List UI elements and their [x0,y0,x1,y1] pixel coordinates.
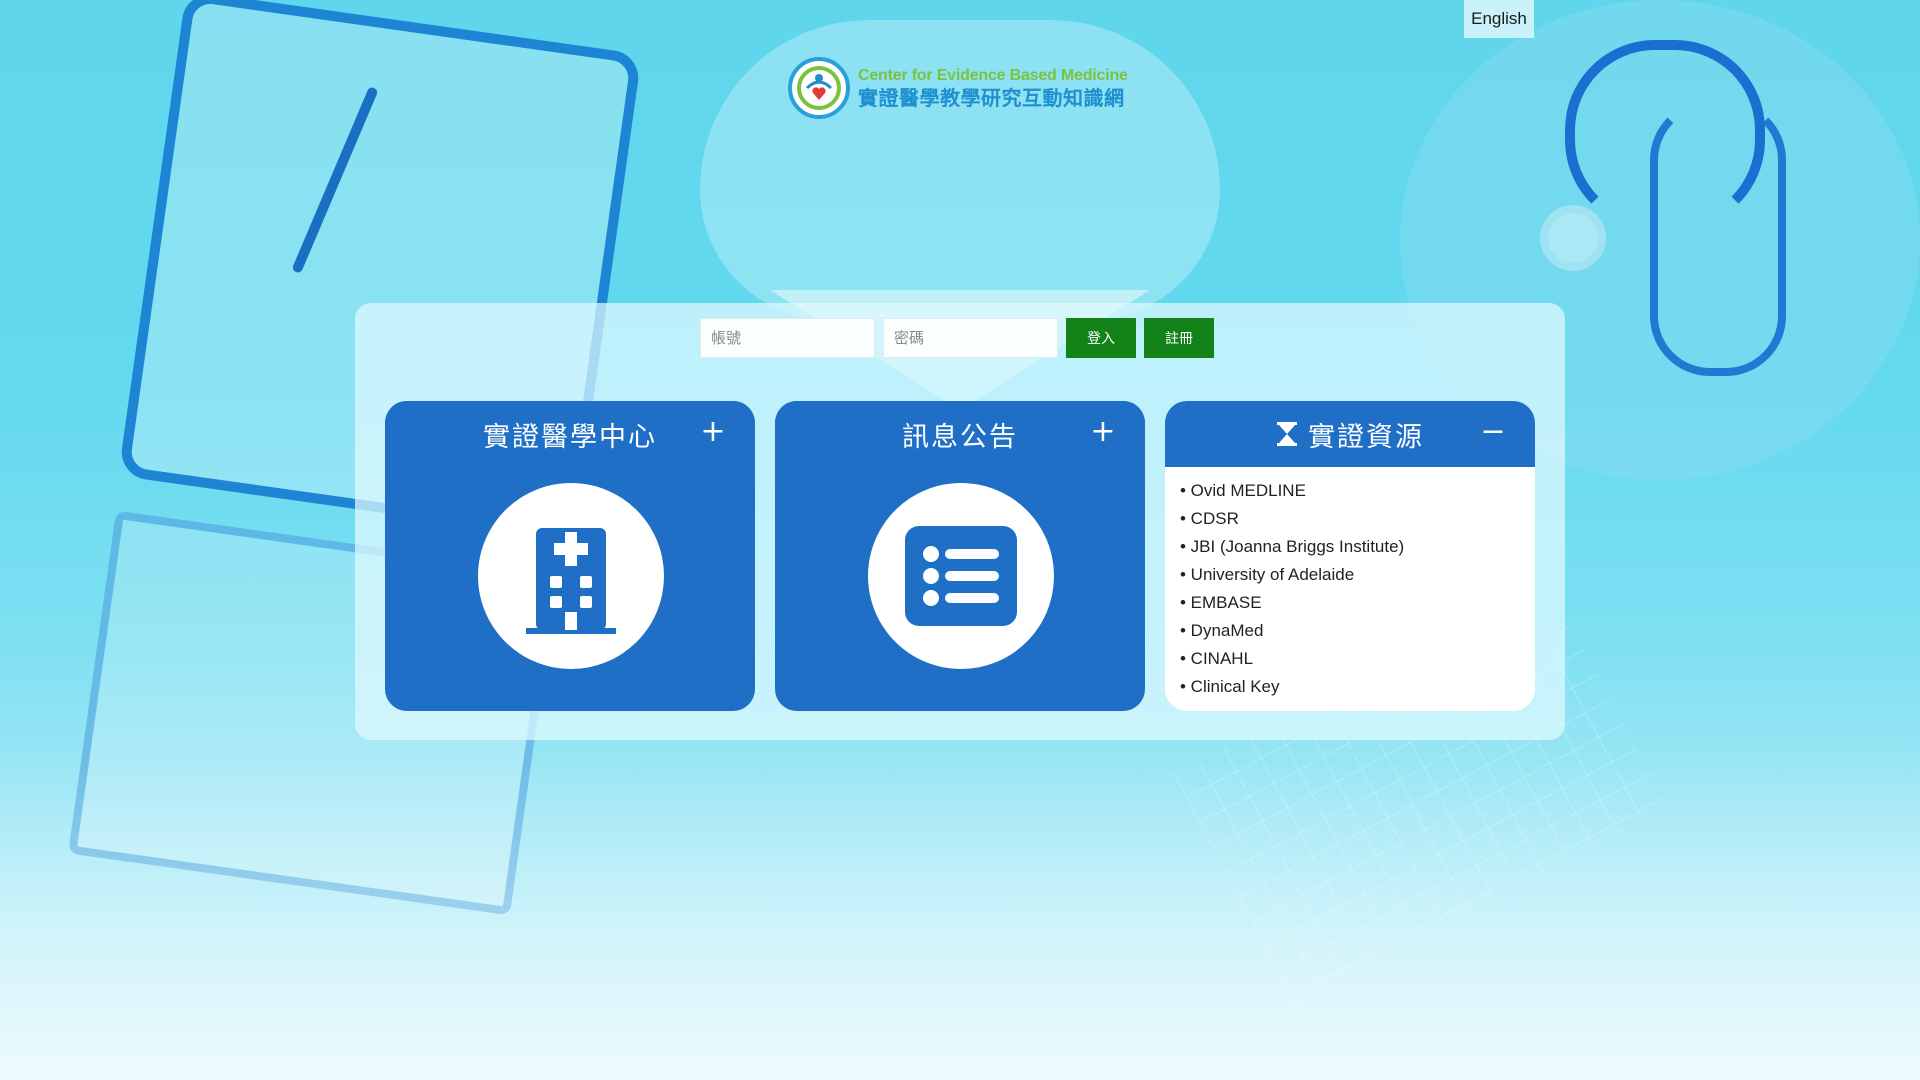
list-item: • Ovid MEDLINE [1180,477,1535,505]
card-title: 實證資源 [1308,421,1424,453]
ebm-resources-card: 實證資源 − • Ovid MEDLINE • CDSR • JBI (Joan… [1165,401,1535,711]
list-item: • Clinical Key [1180,673,1535,701]
expand-icon[interactable]: + [697,415,731,449]
hourglass-icon [1276,421,1298,447]
list-item: • CINAHL [1180,645,1535,673]
card-title: 訊息公告 [902,421,1018,453]
list-item: • University of Adelaide [1180,561,1535,589]
list-item: • DynaMed [1180,617,1535,645]
resource-link[interactable]: • CDSR [1180,509,1239,528]
collapse-icon[interactable]: − [1477,415,1511,449]
card-header[interactable]: 實證醫學中心 + [385,401,755,467]
page: English Center for Evidence Based Medici… [0,0,1920,1080]
background-stethoscope-image [1650,100,1786,376]
resource-link[interactable]: • CINAHL [1180,649,1253,668]
ebm-center-card[interactable]: 實證醫學中心 + [385,401,755,711]
background-glow [0,760,1920,1080]
resource-link[interactable]: • University of Adelaide [1180,565,1354,584]
resource-link[interactable]: • DynaMed [1180,621,1263,640]
hospital-icon[interactable] [478,483,664,669]
card-title: 實證醫學中心 [483,421,657,453]
password-input[interactable] [883,318,1058,358]
background-stethoscope-image [1540,205,1606,271]
site-logo[interactable]: Center for Evidence Based Medicine 實證醫學教… [788,56,1128,120]
list-item: • JBI (Joanna Briggs Institute) [1180,533,1535,561]
resource-link[interactable]: • Ovid MEDLINE [1180,481,1306,500]
card-header[interactable]: 訊息公告 + [775,401,1145,467]
resource-link[interactable]: • Clinical Key [1180,677,1280,696]
account-input[interactable] [700,318,875,358]
resource-link[interactable]: • JBI (Joanna Briggs Institute) [1180,537,1404,556]
logo-emblem-icon [788,57,850,119]
resource-list: • Ovid MEDLINE • CDSR • JBI (Joanna Brig… [1165,467,1535,701]
list-item: • EMBASE [1180,589,1535,617]
logo-text: Center for Evidence Based Medicine 實證醫學教… [858,67,1128,110]
card-header[interactable]: 實證資源 − [1165,401,1535,467]
list-item: • CDSR [1180,505,1535,533]
login-form: 登入 註冊 [700,317,1214,359]
announcements-card[interactable]: 訊息公告 + [775,401,1145,711]
resource-link[interactable]: • EMBASE [1180,593,1262,612]
expand-icon[interactable]: + [1087,415,1121,449]
logo-title-zh: 實證醫學教學研究互動知識網 [858,86,1125,110]
register-button[interactable]: 註冊 [1144,318,1214,358]
list-icon[interactable] [868,483,1054,669]
login-button[interactable]: 登入 [1066,318,1136,358]
logo-title-en: Center for Evidence Based Medicine [858,67,1128,84]
language-switch-button[interactable]: English [1464,0,1534,38]
